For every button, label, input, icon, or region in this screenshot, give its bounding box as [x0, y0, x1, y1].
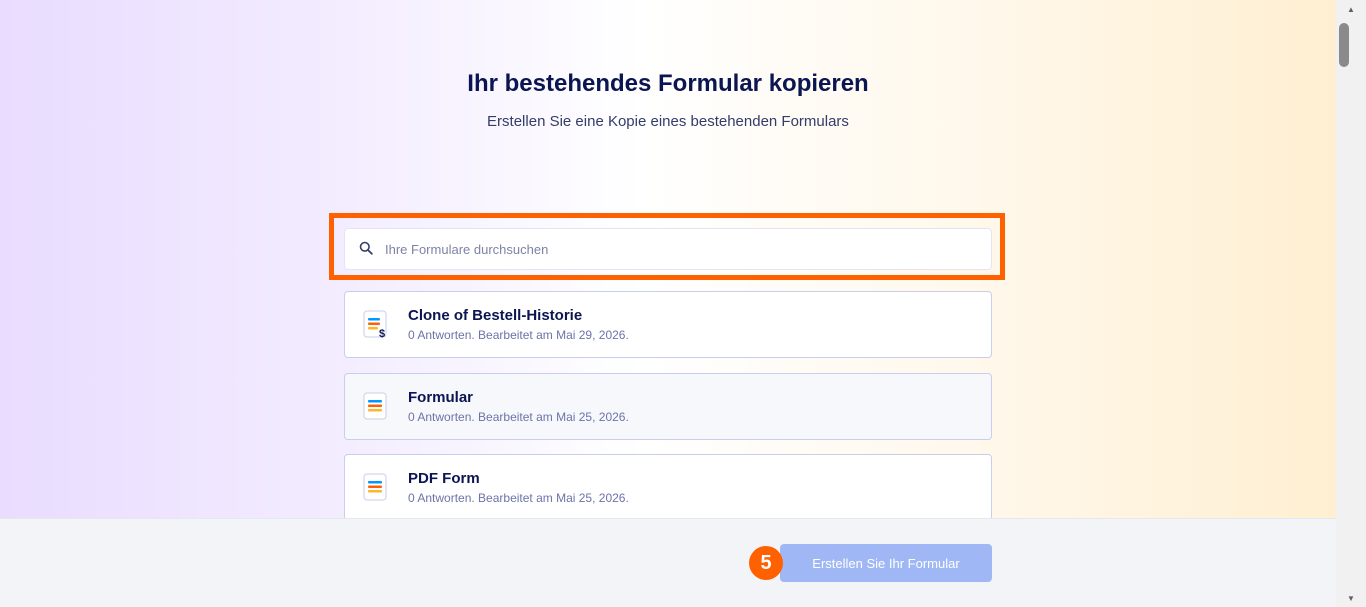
form-list-item[interactable]: Formular 0 Antworten. Bearbeitet am Mai …	[344, 373, 992, 440]
form-meta: 0 Antworten. Bearbeitet am Mai 25, 2026.	[408, 491, 629, 505]
page-background: Ihr bestehendes Formular kopieren Erstel…	[0, 0, 1336, 607]
page-title: Ihr bestehendes Formular kopieren	[467, 70, 869, 97]
search-box[interactable]	[344, 228, 992, 270]
form-list-item[interactable]: PDF Form 0 Antworten. Bearbeitet am Mai …	[344, 454, 992, 521]
form-title: Clone of Bestell-Historie	[408, 307, 583, 324]
search-input[interactable]	[385, 241, 965, 257]
vertical-scrollbar[interactable]: ▲ ▼	[1336, 0, 1366, 607]
form-title: Formular	[408, 389, 474, 406]
payment-form-icon: $	[363, 310, 389, 340]
search-icon	[359, 241, 375, 257]
scroll-down-arrow-icon[interactable]: ▼	[1336, 591, 1366, 605]
scroll-thumb[interactable]	[1339, 23, 1349, 67]
form-list-item[interactable]: $ Clone of Bestell-Historie 0 Antworten.…	[344, 291, 992, 358]
create-form-button[interactable]: Erstellen Sie Ihr Formular	[780, 544, 992, 582]
form-meta: 0 Antworten. Bearbeitet am Mai 25, 2026.	[408, 410, 629, 424]
form-icon	[363, 392, 389, 422]
form-meta: 0 Antworten. Bearbeitet am Mai 29, 2026.	[408, 328, 629, 342]
form-title: PDF Form	[408, 470, 480, 487]
step-badge: 5	[749, 546, 783, 580]
form-icon	[363, 473, 389, 503]
footer-bar	[0, 518, 1336, 607]
svg-text:$: $	[379, 328, 385, 340]
scroll-up-arrow-icon[interactable]: ▲	[1336, 2, 1366, 16]
page-subtitle: Erstellen Sie eine Kopie eines bestehend…	[487, 113, 849, 130]
